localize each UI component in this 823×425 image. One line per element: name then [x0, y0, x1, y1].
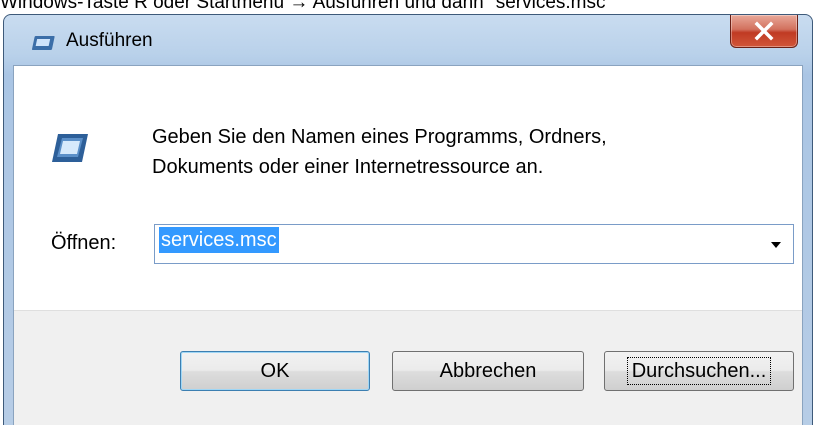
run-icon [50, 132, 88, 164]
window-title: Ausführen [66, 30, 153, 51]
cancel-button[interactable]: Abbrechen [392, 351, 584, 391]
chevron-down-icon [771, 242, 781, 248]
close-icon [754, 21, 774, 41]
ok-button[interactable]: OK [180, 351, 370, 391]
open-combobox[interactable]: services.msc [154, 224, 794, 264]
run-dialog-window: Ausführen Geben Sie den Namen eines Prog… [3, 14, 813, 425]
close-button[interactable] [730, 15, 798, 48]
dropdown-button[interactable] [763, 230, 789, 258]
run-icon [32, 35, 56, 53]
caption-text: Windows-Taste R oder Startmenü → Ausführ… [0, 0, 613, 13]
open-input-value: services.msc [159, 227, 279, 253]
dialog-description: Geben Sie den Namen eines Programms, Ord… [152, 122, 607, 182]
browse-button-label: Durchsuchen... [626, 357, 772, 385]
dialog-upper-panel: Geben Sie den Namen eines Programms, Ord… [14, 66, 802, 311]
browse-button[interactable]: Durchsuchen... [604, 351, 794, 391]
description-line-1: Geben Sie den Namen eines Programms, Ord… [152, 126, 607, 148]
page: Windows-Taste R oder Startmenü → Ausführ… [0, 0, 823, 425]
open-input[interactable]: services.msc [159, 227, 749, 259]
description-line-2: Dokuments oder einer Internetressource a… [152, 156, 544, 178]
dialog-content: Geben Sie den Namen eines Programms, Ord… [13, 65, 803, 425]
open-label: Öffnen: [51, 232, 117, 254]
title-bar[interactable]: Ausführen [4, 15, 812, 65]
